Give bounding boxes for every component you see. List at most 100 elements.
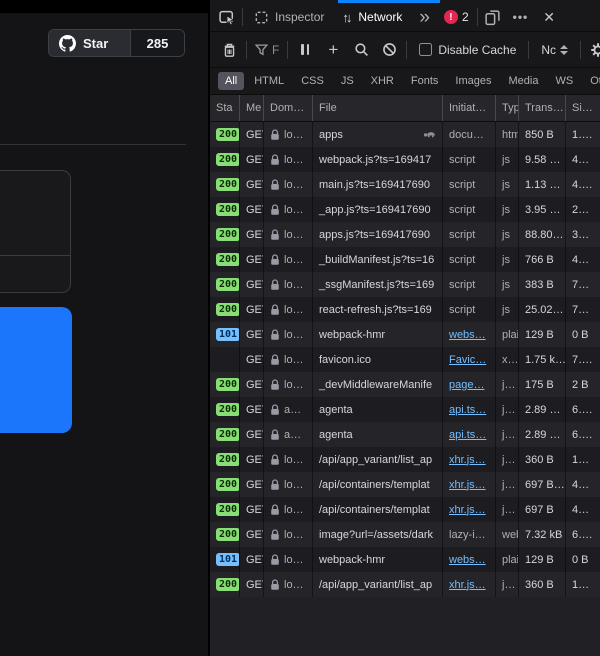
network-request-row[interactable]: 200 GET lo… _buildManifest.js?ts=16 scri…: [210, 247, 600, 272]
filter-urls-input[interactable]: F: [251, 43, 283, 57]
devtools-tabbar: Inspector ↑↓ Network » ! 2 ••• ✕: [210, 0, 600, 32]
column-header[interactable]: Dom…: [264, 95, 313, 121]
initiator-link[interactable]: page…: [449, 379, 484, 391]
network-request-row[interactable]: 200 GET lo… /api/app_variant/list_ap xhr…: [210, 447, 600, 472]
github-star-segment[interactable]: Star: [49, 30, 130, 56]
type-cell: js: [496, 197, 519, 222]
size-cell: 4…: [566, 247, 600, 272]
network-request-row[interactable]: 200 GET lo… image?url=/assets/dark lazy-…: [210, 522, 600, 547]
size-cell: 7…: [566, 297, 600, 322]
block-requests-button[interactable]: [376, 38, 402, 62]
network-request-row[interactable]: 200 GET a… agenta api.ts… j… 2.89 … 6….: [210, 397, 600, 422]
file-cell: _app.js?ts=169417690: [313, 197, 443, 222]
column-header[interactable]: Me: [240, 95, 264, 121]
column-header[interactable]: File: [313, 95, 443, 121]
webpage-background: Star 285: [0, 0, 209, 656]
initiator-link[interactable]: xhr.js…: [449, 454, 486, 466]
filter-pill-html[interactable]: HTML: [247, 72, 291, 90]
file-cell: _buildManifest.js?ts=16: [313, 247, 443, 272]
transferred-cell: 88.80…: [519, 222, 566, 247]
column-header[interactable]: Initiat…: [443, 95, 496, 121]
status-cell: 200: [210, 147, 240, 172]
initiator-link[interactable]: webs…: [449, 329, 486, 341]
network-request-row[interactable]: 200 GET lo… apps.js?ts=169417690 script …: [210, 222, 600, 247]
filter-pill-ws[interactable]: WS: [548, 72, 580, 90]
network-request-row[interactable]: 200 GET lo… webpack.js?ts=169417 script …: [210, 147, 600, 172]
network-toolbar: F + Disable Cache Nc: [210, 32, 600, 68]
throttling-dropdown[interactable]: Nc: [533, 43, 576, 57]
search-button[interactable]: [348, 38, 374, 62]
network-request-row[interactable]: 101 GET lo… webpack-hmr webs… plai 129 B…: [210, 547, 600, 572]
network-request-row[interactable]: 200 GET lo… _devMiddlewareManife page… j…: [210, 372, 600, 397]
column-header[interactable]: Trans…: [519, 95, 566, 121]
filter-pill-css[interactable]: CSS: [294, 72, 331, 90]
network-request-row[interactable]: 200 GET lo… main.js?ts=169417690 script …: [210, 172, 600, 197]
more-tabs-chevron-icon[interactable]: »: [411, 8, 438, 27]
status-badge: 200: [216, 403, 240, 416]
network-request-row[interactable]: 200 GET lo… /api/containers/templat xhr.…: [210, 472, 600, 497]
tab-network[interactable]: ↑↓ Network: [333, 3, 411, 31]
clear-requests-button[interactable]: [216, 38, 242, 62]
method-cell: GET: [240, 347, 264, 372]
filter-pill-js[interactable]: JS: [334, 72, 361, 90]
pause-traffic-button[interactable]: [292, 38, 318, 62]
lock-icon: [270, 129, 280, 141]
tab-inspector[interactable]: Inspector: [245, 3, 333, 31]
error-count-badge[interactable]: ! 2: [438, 10, 475, 24]
initiator-cell: script: [443, 197, 496, 222]
separator: [580, 41, 581, 59]
network-request-row[interactable]: 101 GET lo… webpack-hmr webs… plai 129 B…: [210, 322, 600, 347]
initiator-link[interactable]: api.ts…: [449, 429, 486, 441]
star-count[interactable]: 285: [130, 30, 184, 56]
size-cell: 4…: [566, 472, 600, 497]
column-header[interactable]: Typ: [496, 95, 519, 121]
filter-pill-media[interactable]: Media: [501, 72, 545, 90]
initiator-link[interactable]: xhr.js…: [449, 479, 486, 491]
method-cell: GET: [240, 547, 264, 572]
transferred-cell: 2.89 …: [519, 397, 566, 422]
network-settings-button[interactable]: [585, 38, 600, 62]
network-request-row[interactable]: 200 GET lo… /api/containers/templat xhr.…: [210, 497, 600, 522]
lock-icon: [270, 179, 280, 191]
disable-cache-checkbox[interactable]: Disable Cache: [411, 43, 524, 57]
menu-meatballs-icon[interactable]: •••: [506, 10, 536, 24]
method-cell: GET: [240, 397, 264, 422]
network-request-row[interactable]: 200 GET lo… /api/app_variant/list_ap xhr…: [210, 572, 600, 597]
lock-icon: [270, 454, 280, 466]
filter-pill-fonts[interactable]: Fonts: [404, 72, 446, 90]
transferred-cell: 766 B: [519, 247, 566, 272]
filter-pill-all[interactable]: All: [218, 72, 244, 90]
filter-pill-images[interactable]: Images: [448, 72, 498, 90]
transferred-cell: 697 B: [519, 497, 566, 522]
network-request-row[interactable]: 200 GET lo… _ssgManifest.js?ts=169 scrip…: [210, 272, 600, 297]
size-cell: 1…: [566, 447, 600, 472]
status-badge: 200: [216, 278, 240, 291]
new-request-button[interactable]: +: [320, 38, 346, 62]
status-cell: 200: [210, 197, 240, 222]
initiator-link[interactable]: webs…: [449, 554, 486, 566]
type-cell: j…: [496, 447, 519, 472]
close-devtools-icon[interactable]: ✕: [535, 9, 563, 26]
column-header[interactable]: Si…: [566, 95, 600, 121]
column-header[interactable]: Sta: [210, 95, 240, 121]
github-star-button[interactable]: Star 285: [48, 29, 185, 57]
initiator-link[interactable]: Favic…: [449, 354, 486, 366]
network-request-row[interactable]: 200 GET a… agenta api.ts… j… 2.89 … 6….: [210, 422, 600, 447]
separator: [528, 41, 529, 59]
size-cell: 7…: [566, 272, 600, 297]
network-request-row[interactable]: 200 GET lo… apps docu… htm 850 B 1….: [210, 122, 600, 147]
initiator-link[interactable]: xhr.js…: [449, 579, 486, 591]
initiator-link[interactable]: xhr.js…: [449, 504, 486, 516]
filter-pill-xhr[interactable]: XHR: [364, 72, 401, 90]
network-request-row[interactable]: GET lo… favicon.ico Favic… x… 1.75 k… 7……: [210, 347, 600, 372]
size-cell: 1…: [566, 572, 600, 597]
filter-pill-ot[interactable]: Ot: [583, 72, 600, 90]
responsive-design-mode-button[interactable]: [480, 5, 506, 29]
initiator-link[interactable]: api.ts…: [449, 404, 486, 416]
separator: [406, 41, 407, 59]
pick-element-button[interactable]: [214, 5, 240, 29]
gear-icon: [590, 42, 600, 58]
blue-card[interactable]: [0, 307, 72, 433]
network-request-row[interactable]: 200 GET lo… _app.js?ts=169417690 script …: [210, 197, 600, 222]
network-request-row[interactable]: 200 GET lo… react-refresh.js?ts=169 scri…: [210, 297, 600, 322]
